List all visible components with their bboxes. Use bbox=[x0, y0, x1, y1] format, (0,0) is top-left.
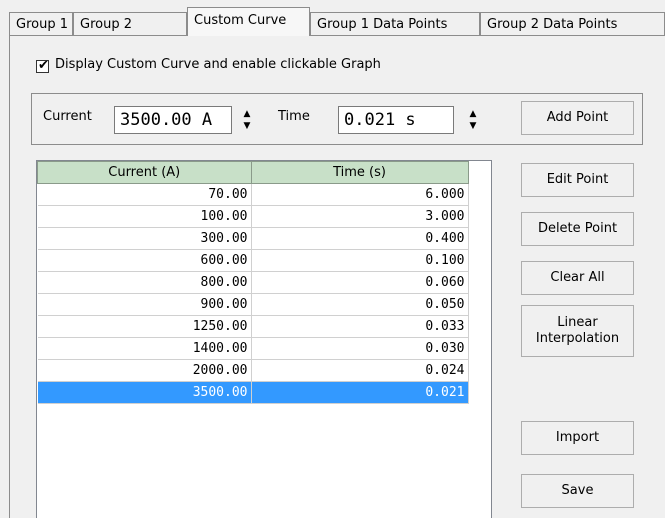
cell-current[interactable]: 1400.00 bbox=[37, 337, 252, 360]
cell-current[interactable]: 900.00 bbox=[37, 293, 252, 316]
cell-time[interactable]: 0.021 bbox=[251, 381, 469, 404]
tab-group-1-data-points[interactable]: Group 1 Data Points bbox=[310, 12, 480, 35]
points-grid[interactable]: Current (A) Time (s) 70.00 6.000 100.00 3.0… bbox=[36, 160, 492, 518]
column-header-current[interactable]: Current (A) bbox=[37, 161, 252, 184]
cell-time[interactable]: 0.100 bbox=[251, 249, 469, 272]
current-input[interactable]: 3500.00 A bbox=[114, 106, 232, 134]
linear-interpolation-button[interactable]: Linear Interpolation bbox=[521, 305, 634, 357]
cell-current[interactable]: 100.00 bbox=[37, 205, 252, 228]
display-custom-curve-label: Display Custom Curve and enable clickabl… bbox=[55, 57, 381, 72]
cell-current[interactable]: 600.00 bbox=[37, 249, 252, 272]
table-row[interactable]: 1400.00 0.030 bbox=[37, 337, 469, 360]
cell-time[interactable]: 6.000 bbox=[251, 183, 469, 206]
table-row[interactable]: 100.00 3.000 bbox=[37, 205, 469, 228]
time-spinner[interactable]: ▲ ▼ bbox=[466, 108, 480, 132]
linear-interpolation-line-2: Interpolation bbox=[535, 331, 620, 346]
add-point-button[interactable]: Add Point bbox=[521, 101, 634, 135]
table-row[interactable]: 1250.00 0.033 bbox=[37, 315, 469, 338]
display-custom-curve-checkbox[interactable]: ✔ bbox=[36, 58, 49, 73]
table-row[interactable]: 900.00 0.050 bbox=[37, 293, 469, 316]
cell-current[interactable]: 3500.00 bbox=[37, 381, 252, 404]
tab-group-2[interactable]: Group 2 bbox=[73, 12, 187, 35]
table-row[interactable]: 300.00 0.400 bbox=[37, 227, 469, 250]
save-button[interactable]: Save bbox=[521, 474, 634, 508]
spin-up-icon[interactable]: ▲ bbox=[240, 108, 254, 120]
cell-time[interactable]: 0.050 bbox=[251, 293, 469, 316]
current-spinner[interactable]: ▲ ▼ bbox=[240, 108, 254, 132]
table-row[interactable]: 800.00 0.060 bbox=[37, 271, 469, 294]
cell-time[interactable]: 0.030 bbox=[251, 337, 469, 360]
time-input[interactable]: 0.021 s bbox=[338, 106, 454, 134]
grid-header-row: Current (A) Time (s) bbox=[37, 161, 469, 184]
cell-time[interactable]: 0.033 bbox=[251, 315, 469, 338]
table-row[interactable]: 2000.00 0.024 bbox=[37, 359, 469, 382]
custom-curve-window: Group 1 Group 2 Custom Curve Group 1 Dat… bbox=[0, 0, 665, 518]
tab-custom-curve[interactable]: Custom Curve bbox=[187, 7, 310, 36]
clear-all-button[interactable]: Clear All bbox=[521, 261, 634, 295]
cell-time[interactable]: 0.024 bbox=[251, 359, 469, 382]
table-row[interactable]: 3500.00 0.021 bbox=[37, 381, 469, 404]
cell-time[interactable]: 0.400 bbox=[251, 227, 469, 250]
delete-point-button[interactable]: Delete Point bbox=[521, 212, 634, 246]
table-row[interactable]: 600.00 0.100 bbox=[37, 249, 469, 272]
tab-group-2-data-points[interactable]: Group 2 Data Points bbox=[480, 12, 665, 35]
spin-down-icon[interactable]: ▼ bbox=[466, 120, 480, 132]
column-header-time[interactable]: Time (s) bbox=[250, 161, 469, 184]
import-button[interactable]: Import bbox=[521, 421, 634, 455]
linear-interpolation-line-1: Linear bbox=[557, 315, 598, 330]
cell-current[interactable]: 800.00 bbox=[37, 271, 252, 294]
table-row[interactable]: 70.00 6.000 bbox=[37, 183, 469, 206]
spin-up-icon[interactable]: ▲ bbox=[466, 108, 480, 120]
tab-group-1[interactable]: Group 1 bbox=[9, 12, 73, 35]
cell-current[interactable]: 70.00 bbox=[37, 183, 252, 206]
spin-down-icon[interactable]: ▼ bbox=[240, 120, 254, 132]
cell-current[interactable]: 300.00 bbox=[37, 227, 252, 250]
edit-point-button[interactable]: Edit Point bbox=[521, 163, 634, 197]
cell-current[interactable]: 1250.00 bbox=[37, 315, 252, 338]
checkmark-icon: ✔ bbox=[38, 58, 49, 73]
cell-time[interactable]: 3.000 bbox=[251, 205, 469, 228]
cell-current[interactable]: 2000.00 bbox=[37, 359, 252, 382]
time-label: Time bbox=[278, 109, 310, 124]
cell-time[interactable]: 0.060 bbox=[251, 271, 469, 294]
current-label: Current bbox=[43, 109, 92, 124]
